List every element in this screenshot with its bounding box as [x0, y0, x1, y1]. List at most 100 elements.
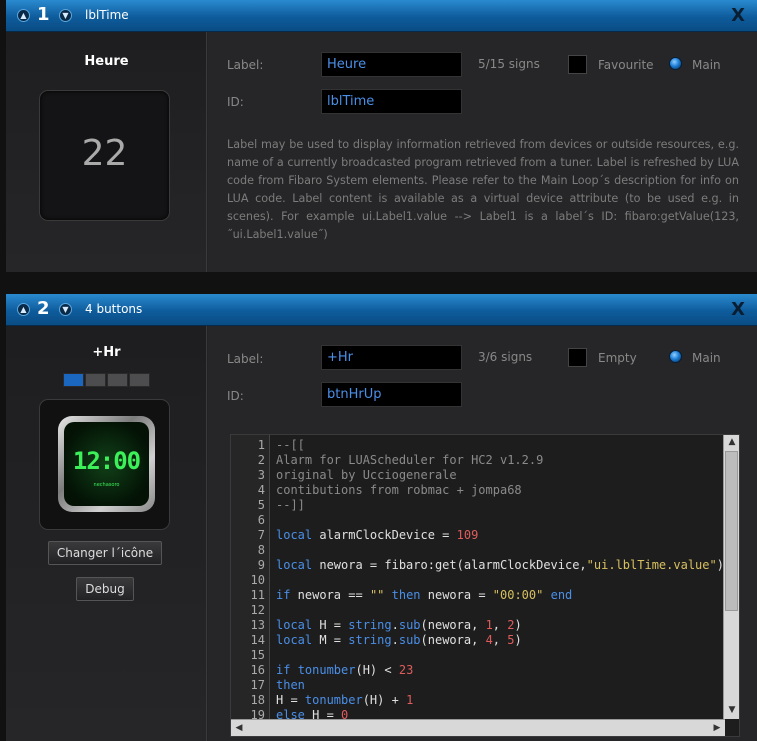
- code-token: Alarm for LUAScheduler for HC2 v1.2.9: [276, 453, 544, 467]
- code-content[interactable]: 1 --[[2 Alarm for LUAScheduler for HC2 v1.…: [231, 438, 724, 736]
- code-token: .: [391, 633, 399, 647]
- button-segment[interactable]: [63, 373, 84, 387]
- scroll-down-icon[interactable]: ▼: [724, 705, 739, 715]
- scroll-thumb[interactable]: [725, 451, 738, 611]
- clock-brand: nechasoro: [93, 482, 120, 488]
- code-token: H =: [276, 693, 305, 707]
- code-token: (H) +: [362, 693, 407, 707]
- code-token: "00:00": [492, 588, 544, 602]
- close-icon[interactable]: X: [731, 5, 745, 26]
- button-selector: [63, 373, 150, 387]
- vertical-scrollbar[interactable]: ▲ ▼: [723, 435, 739, 719]
- sign-counter: 5/15 signs: [478, 57, 540, 71]
- scroll-left-icon[interactable]: ◀: [231, 723, 247, 733]
- code-token: 109: [456, 528, 479, 542]
- code-token: original by Ucciogenerale: [276, 468, 457, 482]
- lua-code-editor[interactable]: 1 --[[2 Alarm for LUAScheduler for HC2 v1.…: [230, 434, 740, 737]
- code-token: if: [276, 663, 291, 677]
- code-token: tonumber: [304, 693, 363, 707]
- code-line: 16 if tonumber(H) < 23: [231, 663, 724, 678]
- code-token: 4: [485, 633, 493, 647]
- move-down-icon[interactable]: ▼: [59, 9, 72, 22]
- code-token: sub: [398, 618, 421, 632]
- settings-pane: Label: +Hr 3/6 signs Empty Main ID: btnH…: [208, 326, 757, 741]
- main-label: Main: [692, 58, 721, 72]
- code-token: end: [550, 588, 573, 602]
- id-caption: ID:: [227, 95, 244, 109]
- move-up-icon[interactable]: ▲: [17, 303, 30, 316]
- code-line: 3 original by Ucciogenerale: [231, 468, 724, 483]
- line-number: 4: [257, 483, 265, 497]
- code-token: sub: [398, 633, 421, 647]
- code-line: 9 local newora = fibaro:get(alarmClockDev…: [231, 558, 724, 573]
- code-line: 14 local M = string.sub(newora, 4, 5): [231, 633, 724, 648]
- code-token: 1: [406, 693, 414, 707]
- label-caption: Label:: [227, 58, 264, 72]
- button-segment[interactable]: [85, 373, 106, 387]
- line-number: 1: [257, 438, 265, 452]
- horizontal-scrollbar[interactable]: ◀ ▶: [231, 719, 725, 736]
- code-token: then: [391, 588, 421, 602]
- id-input[interactable]: btnHrUp: [321, 382, 462, 407]
- sign-counter: 3/6 signs: [478, 350, 533, 364]
- panel-number: 2: [37, 298, 50, 319]
- line-number: 12: [250, 603, 265, 617]
- code-line: 15: [231, 648, 724, 663]
- debug-button[interactable]: Debug: [76, 577, 134, 601]
- move-down-icon[interactable]: ▼: [59, 303, 72, 316]
- code-token: 1: [485, 618, 493, 632]
- code-token: ): [514, 618, 522, 632]
- line-number: 2: [257, 453, 265, 467]
- tile-title: Heure: [84, 54, 129, 69]
- button-segment[interactable]: [107, 373, 128, 387]
- line-number: 14: [250, 633, 265, 647]
- scroll-right-icon[interactable]: ▶: [709, 723, 725, 733]
- empty-checkbox[interactable]: [568, 348, 587, 367]
- code-token: 23: [398, 663, 414, 677]
- label-panel: ▲ 1 ▼ lblTime X Heure 22 Label: Heure 5/…: [6, 0, 757, 272]
- preview-tile: 22: [39, 90, 170, 221]
- code-token: H =: [312, 618, 349, 632]
- label-caption: Label:: [227, 352, 264, 366]
- line-number: 13: [250, 618, 265, 632]
- code-line: 6: [231, 513, 724, 528]
- move-up-icon[interactable]: ▲: [17, 9, 30, 22]
- label-input[interactable]: +Hr: [321, 345, 462, 370]
- close-icon[interactable]: X: [731, 299, 745, 320]
- button-segment[interactable]: [129, 373, 150, 387]
- code-token: M =: [312, 633, 349, 647]
- code-token: newora ==: [290, 588, 370, 602]
- panel-title: 4 buttons: [85, 302, 143, 316]
- panel-title: lblTime: [85, 8, 129, 22]
- code-token: local: [276, 528, 313, 542]
- code-line: 12: [231, 603, 724, 618]
- tile-title: +Hr: [92, 345, 121, 360]
- scroll-up-icon[interactable]: ▲: [724, 437, 739, 447]
- code-token: .: [391, 618, 399, 632]
- id-input[interactable]: lblTime: [321, 89, 462, 114]
- panel-body: Heure 22 Label: Heure 5/15 signs Favouri…: [6, 32, 757, 272]
- code-line: 8: [231, 543, 724, 558]
- line-number: 10: [250, 573, 265, 587]
- line-number: 15: [250, 648, 265, 662]
- code-line: 1 --[[: [231, 438, 724, 453]
- code-token: newora = fibaro:get(alarmClockDevice,: [312, 558, 587, 572]
- clock-icon: 12:00 nechasoro: [58, 416, 155, 512]
- panel-body: +Hr 12:00 nechasoro Changer l´icône Debu…: [6, 326, 757, 741]
- clock-display: 12:00: [72, 447, 141, 475]
- code-token: "ui.lblTime.value": [586, 558, 717, 572]
- favourite-checkbox[interactable]: [568, 55, 587, 74]
- main-radio[interactable]: [669, 350, 682, 363]
- code-line: 10: [231, 573, 724, 588]
- main-radio[interactable]: [669, 57, 682, 70]
- line-number: 9: [257, 558, 265, 572]
- label-input[interactable]: Heure: [321, 52, 462, 77]
- code-token: --]]: [276, 498, 305, 512]
- code-token: if: [276, 588, 291, 602]
- line-number: 18: [250, 693, 265, 707]
- line-number: 8: [257, 543, 265, 557]
- buttons-panel: ▲ 2 ▼ 4 buttons X +Hr 12:00 nechasoro Ch…: [6, 294, 757, 741]
- change-icon-button[interactable]: Changer l´icône: [48, 541, 162, 565]
